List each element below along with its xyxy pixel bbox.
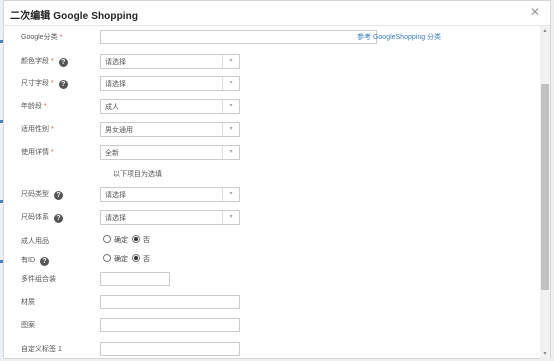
multipack-label: 多件组合装 (21, 276, 56, 283)
gender-label: 适用性别 * (21, 126, 54, 133)
color-field-label: 颜色字段 *? (21, 56, 68, 67)
condition-label: 使用详情 * (21, 149, 54, 156)
close-icon[interactable]: ✕ (528, 5, 542, 19)
scroll-down-icon[interactable]: ▾ (540, 349, 550, 359)
dialog-titlebar: 二次编辑 Google Shopping ✕ (4, 1, 550, 26)
adult-row: 成人用品 确定 否 (4, 234, 524, 250)
gender-row: 适用性别 * 男女通用 ▾ (4, 122, 524, 138)
help-icon[interactable]: ? (54, 191, 63, 200)
identifier-label: 有ID? (21, 255, 49, 266)
multipack-input[interactable] (100, 272, 170, 286)
size-system-select[interactable]: 请选择 ▾ (100, 210, 240, 225)
identifier-row: 有ID? 确定 否 (4, 253, 524, 269)
help-icon[interactable]: ? (58, 58, 68, 67)
size-field-row: 尺寸字段 *? 请选择 ▾ (4, 76, 524, 92)
identifier-no-label: 否 (143, 256, 150, 263)
google-category-reference-link[interactable]: 参考 GoogleShopping 分类 (357, 32, 441, 42)
chevron-down-icon: ▾ (222, 100, 239, 113)
size-system-row: 尺码体系? 请选择 ▾ (4, 210, 524, 226)
optional-note-row: 以下项目为选填 (4, 167, 524, 183)
chevron-down-icon: ▾ (222, 77, 239, 90)
google-category-label: Google分类 * (21, 34, 63, 41)
dialog-form: Google分类 * 参考 GoogleShopping 分类 颜色字段 *? 请选… (4, 26, 534, 359)
chevron-down-icon: ▾ (222, 211, 239, 224)
google-category-row: Google分类 * 参考 GoogleShopping 分类 (4, 30, 524, 46)
material-row: 材质 (4, 295, 524, 311)
size-type-row: 尺码类型? 请选择 ▾ (4, 187, 524, 203)
size-field-select[interactable]: 请选择 ▾ (100, 76, 240, 91)
help-icon[interactable]: ? (54, 214, 63, 223)
chevron-down-icon: ▾ (222, 123, 239, 136)
google-category-input[interactable] (100, 30, 377, 44)
optional-section-note: 以下项目为选填 (113, 171, 162, 178)
color-field-row: 颜色字段 *? 请选择 ▾ (4, 54, 524, 70)
edit-dialog: 二次编辑 Google Shopping ✕ Google分类 * 参考 Goog… (3, 0, 551, 359)
age-group-select[interactable]: 成人 ▾ (100, 99, 240, 114)
gender-select[interactable]: 男女通用 ▾ (100, 122, 240, 137)
multipack-row: 多件组合装 (4, 272, 524, 288)
material-input[interactable] (100, 295, 240, 309)
size-system-label: 尺码体系? (21, 212, 63, 223)
adult-yes-label: 确定 (114, 237, 128, 244)
custom-label-1-label: 自定义标签 1 (21, 346, 62, 353)
custom-label-1-input[interactable] (100, 342, 240, 356)
age-group-row: 年龄段 * 成人 ▾ (4, 99, 524, 115)
chevron-down-icon: ▾ (222, 188, 239, 201)
dialog-title: 二次编辑 Google Shopping (10, 11, 139, 22)
dialog-scrollbar[interactable]: ▴ ▾ (540, 26, 550, 359)
chevron-down-icon: ▾ (222, 146, 239, 159)
age-group-label: 年龄段 * (21, 103, 47, 110)
size-type-label: 尺码类型? (21, 189, 63, 200)
custom-label-1-row: 自定义标签 1 (4, 342, 524, 358)
scroll-up-icon[interactable]: ▴ (540, 26, 550, 36)
identifier-yes-label: 确定 (114, 256, 128, 263)
adult-label: 成人用品 (21, 238, 49, 245)
pattern-label: 图案 (21, 322, 35, 329)
identifier-yes-radio[interactable] (103, 254, 111, 262)
identifier-no-radio[interactable] (132, 254, 140, 262)
help-icon[interactable]: ? (40, 257, 49, 266)
pattern-row: 图案 (4, 318, 524, 334)
pattern-input[interactable] (100, 318, 240, 332)
color-field-select[interactable]: 请选择 ▾ (100, 54, 240, 69)
material-label: 材质 (21, 299, 35, 306)
adult-yes-radio[interactable] (103, 235, 111, 243)
chevron-down-icon: ▾ (222, 55, 239, 68)
size-field-label: 尺寸字段 *? (21, 78, 68, 89)
size-type-select[interactable]: 请选择 ▾ (100, 187, 240, 202)
condition-row: 使用详情 * 全新 ▾ (4, 145, 524, 161)
adult-no-radio[interactable] (132, 235, 140, 243)
help-icon[interactable]: ? (58, 80, 68, 89)
condition-select[interactable]: 全新 ▾ (100, 145, 240, 160)
scrollbar-thumb[interactable] (541, 84, 549, 290)
adult-no-label: 否 (143, 237, 150, 244)
